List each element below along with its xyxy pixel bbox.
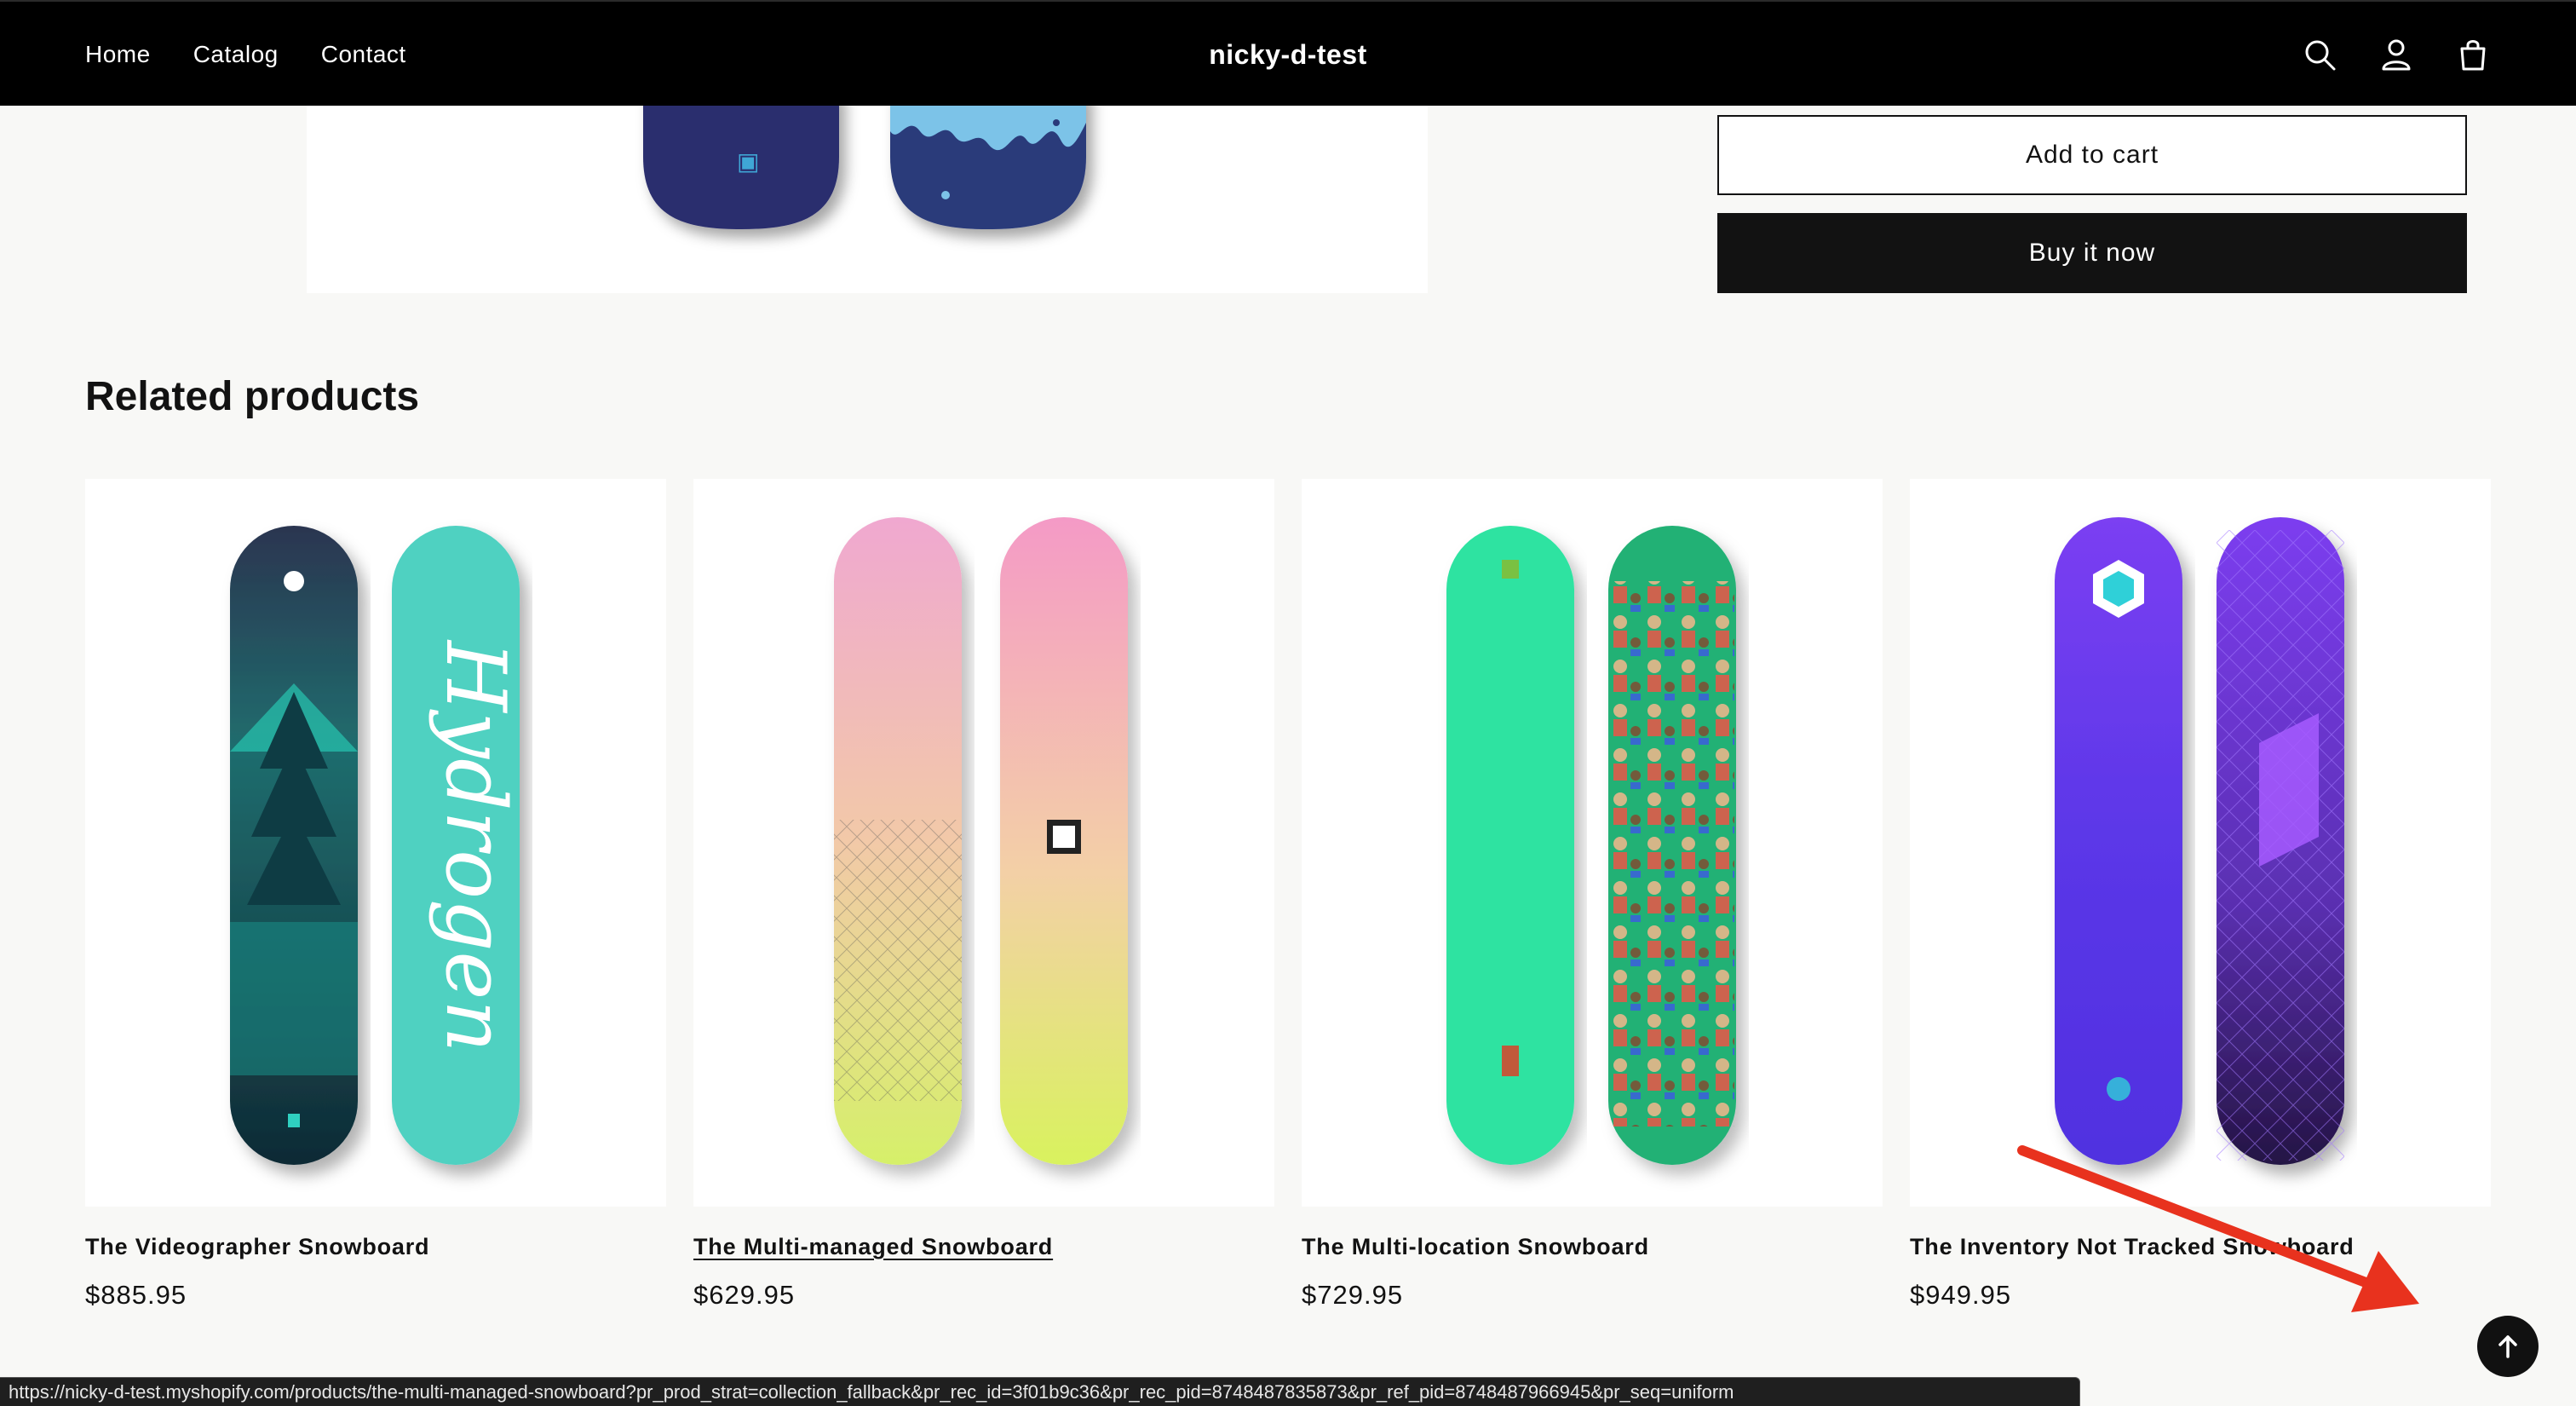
product-title[interactable]: The Multi-location Snowboard (1302, 1234, 1649, 1260)
main-nav: Home Catalog Contact (85, 2, 406, 107)
svg-text:Hydrogen: Hydrogen (428, 639, 523, 1052)
product-card-multi-managed[interactable]: The Multi-managed Snowboard $629.95 (693, 479, 1274, 1310)
product-card-videographer[interactable]: Hydrogen The Videographer Snowboard $885… (85, 479, 666, 1310)
related-products-grid: Hydrogen The Videographer Snowboard $885… (85, 479, 2493, 1314)
product-image[interactable] (1910, 479, 2491, 1207)
buy-it-now-button[interactable]: Buy it now (1717, 213, 2467, 293)
svg-text:▣: ▣ (737, 147, 759, 176)
product-card-multi-location[interactable]: The Multi-location Snowboard $729.95 (1302, 479, 1883, 1310)
product-image[interactable]: Hydrogen (85, 479, 666, 1207)
search-icon[interactable] (2302, 37, 2337, 72)
status-bar-url: https://nicky-d-test.myshopify.com/produ… (0, 1377, 2080, 1406)
nav-contact[interactable]: Contact (321, 41, 406, 68)
related-products-heading: Related products (85, 374, 420, 419)
scroll-to-top-button[interactable] (2477, 1316, 2539, 1377)
product-card-inventory-not-tracked[interactable]: The Inventory Not Tracked Snowboard $949… (1910, 479, 2491, 1310)
product-price: $629.95 (693, 1280, 796, 1310)
nav-home[interactable]: Home (85, 41, 151, 68)
product-title[interactable]: The Multi-managed Snowboard (693, 1234, 1053, 1260)
add-to-cart-button[interactable]: Add to cart (1717, 115, 2467, 195)
product-price: $949.95 (1910, 1280, 2012, 1310)
nav-catalog[interactable]: Catalog (193, 41, 279, 68)
arrow-up-icon (2498, 1335, 2517, 1358)
header-icons (2302, 2, 2491, 107)
product-image[interactable] (693, 479, 1274, 1207)
product-title[interactable]: The Videographer Snowboard (85, 1234, 429, 1260)
product-title[interactable]: The Inventory Not Tracked Snowboard (1910, 1234, 2355, 1260)
product-image[interactable] (1302, 479, 1883, 1207)
product-price: $729.95 (1302, 1280, 1404, 1310)
account-icon[interactable] (2378, 37, 2414, 72)
product-image: ▣ (643, 106, 1086, 229)
product-price: $885.95 (85, 1280, 187, 1310)
product-media: ▣ (307, 106, 1428, 293)
cart-icon[interactable] (2455, 37, 2491, 72)
site-header: Home Catalog Contact nicky-d-test (0, 0, 2576, 106)
